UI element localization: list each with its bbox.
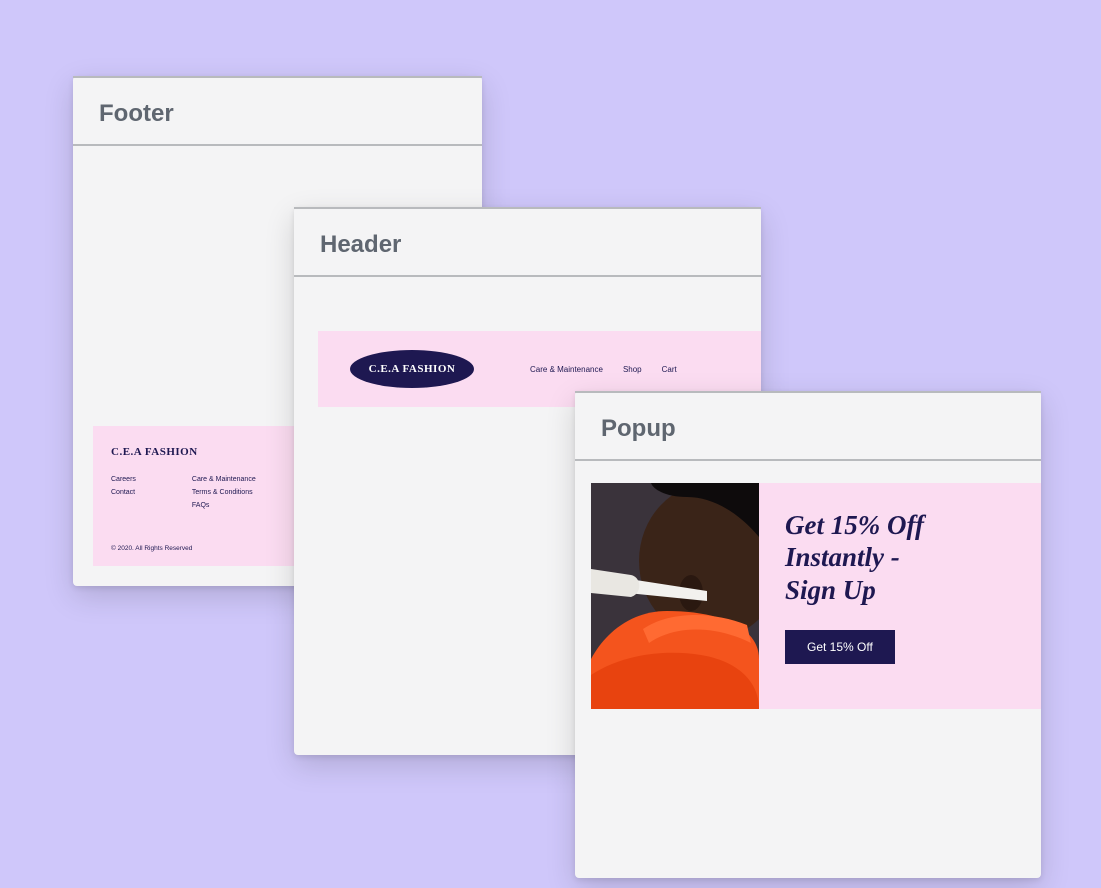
card-popup: Popup [575, 391, 1041, 878]
card-footer-title: Footer [73, 78, 482, 144]
nav-link-cart[interactable]: Cart [662, 365, 677, 374]
footer-link-faqs[interactable]: FAQs [192, 502, 256, 509]
popup-image [591, 483, 759, 709]
nav-link-shop[interactable]: Shop [623, 365, 642, 374]
header-nav: Care & Maintenance Shop Cart [530, 365, 677, 374]
footer-link-contact[interactable]: Contact [111, 489, 136, 496]
footer-col-1: Careers Contact [111, 476, 136, 515]
card-header-title: Header [294, 209, 761, 275]
popup-headline: Get 15% Off Instantly - Sign Up [785, 509, 1019, 606]
popup-preview: Get 15% Off Instantly - Sign Up Get 15% … [591, 483, 1041, 709]
footer-col-2: Care & Maintenance Terms & Conditions FA… [192, 476, 256, 515]
header-logo-text: C.E.A FASHION [369, 363, 456, 375]
popup-cta-button[interactable]: Get 15% Off [785, 630, 895, 664]
footer-link-terms[interactable]: Terms & Conditions [192, 489, 256, 496]
footer-link-care[interactable]: Care & Maintenance [192, 476, 256, 483]
nav-link-care[interactable]: Care & Maintenance [530, 365, 603, 374]
card-popup-title: Popup [575, 393, 1041, 459]
header-logo[interactable]: C.E.A FASHION [350, 350, 474, 388]
footer-link-careers[interactable]: Careers [111, 476, 136, 483]
